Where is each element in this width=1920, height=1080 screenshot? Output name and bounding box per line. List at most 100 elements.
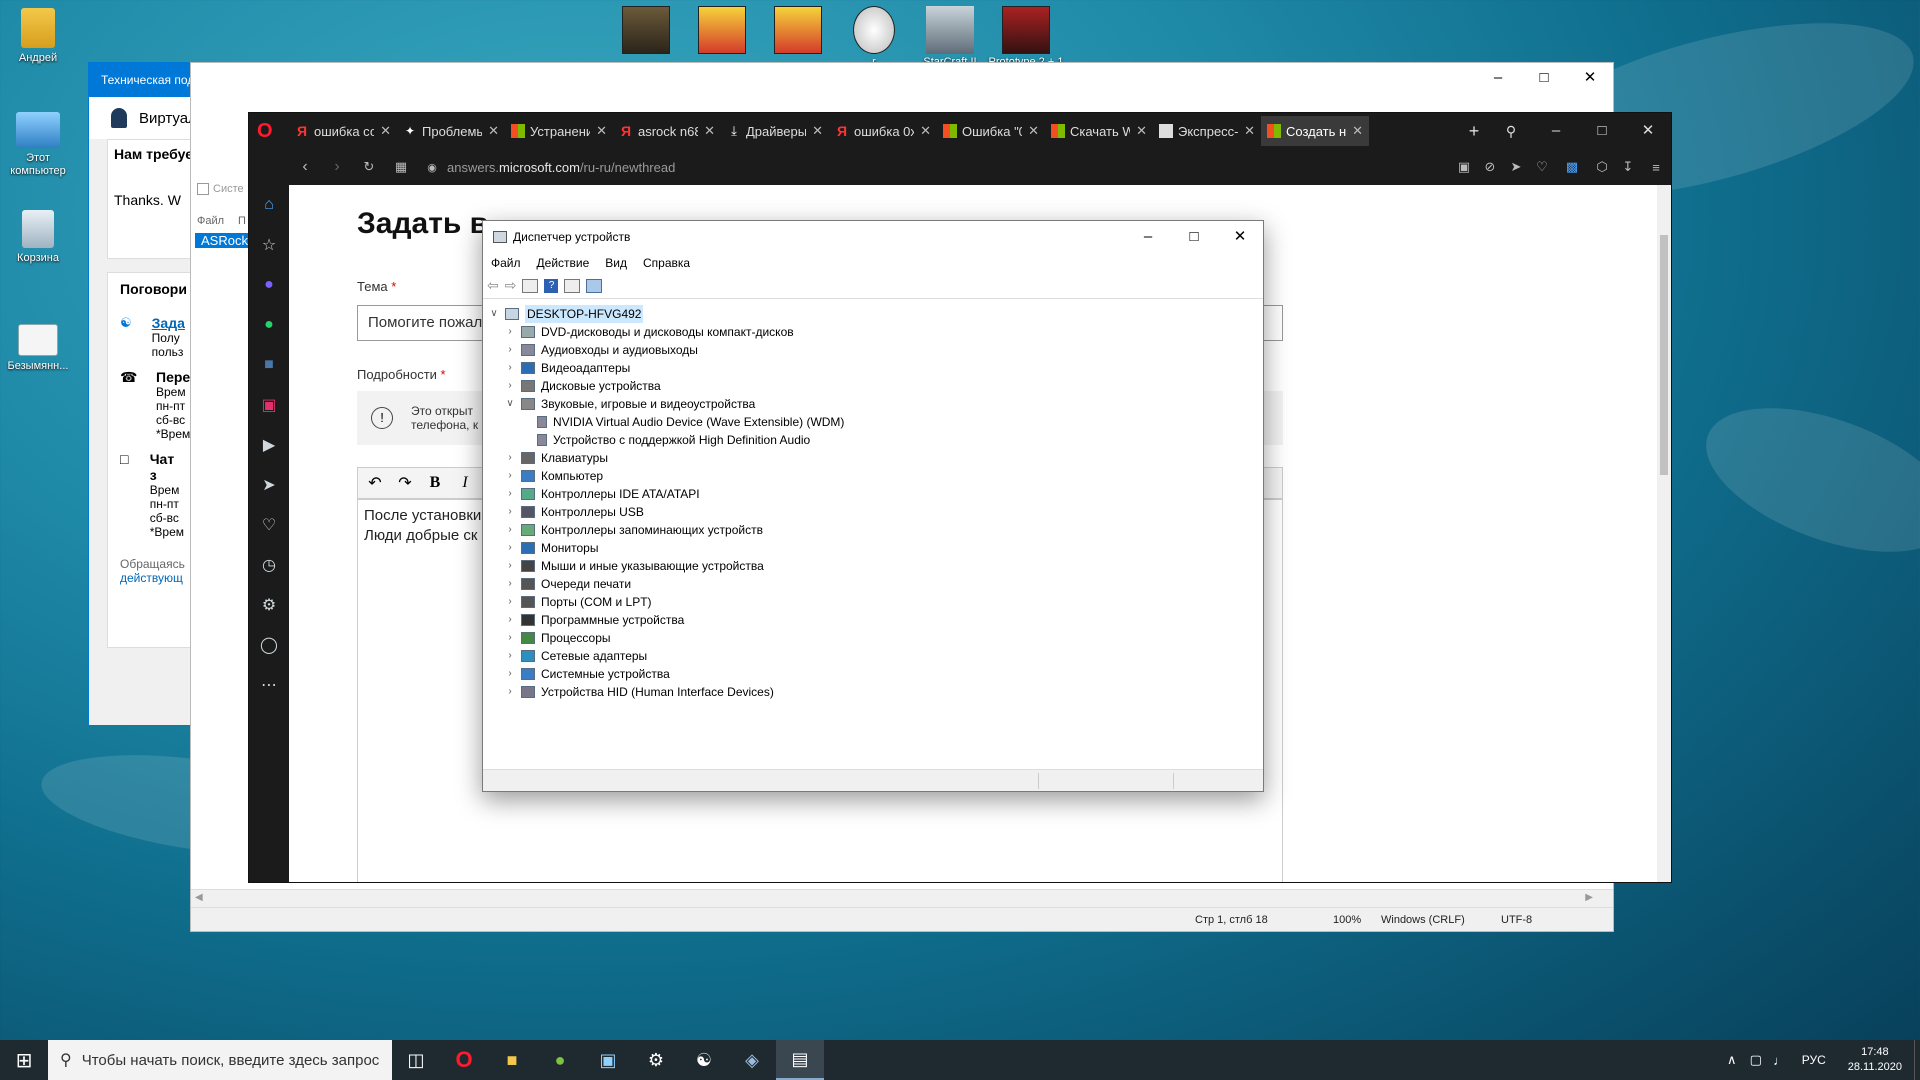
help-icon[interactable]: ? [544, 278, 559, 293]
tree-category[interactable]: › Порты (COM и LPT) [487, 593, 1261, 611]
back-arrow-icon[interactable]: ⇦ [487, 277, 499, 294]
chevron-right-icon[interactable]: › [503, 449, 517, 467]
tab-close-icon[interactable]: ✕ [920, 123, 931, 139]
support-item-call[interactable]: Пере [156, 369, 190, 385]
app-taskbar-icon[interactable]: ◈ [728, 1040, 776, 1080]
chevron-right-icon[interactable]: › [503, 503, 517, 521]
maximize-button[interactable]: □ [1579, 116, 1625, 146]
chevron-right-icon[interactable]: › [503, 359, 517, 377]
tabs-grid-icon[interactable]: ▦ [385, 159, 417, 175]
view-icon[interactable] [564, 278, 581, 293]
chevron-down-icon[interactable]: ∨ [503, 395, 517, 413]
tab-close-icon[interactable]: ✕ [596, 123, 607, 139]
close-button[interactable]: ✕ [1217, 222, 1263, 252]
maximize-button[interactable]: □ [1171, 222, 1217, 252]
chevron-right-icon[interactable]: › [503, 467, 517, 485]
tab-close-icon[interactable]: ✕ [380, 123, 391, 139]
desktop-game-icon-2[interactable] [684, 6, 760, 56]
chevron-right-icon[interactable]: › [503, 665, 517, 683]
task-view-icon[interactable]: ◫ [392, 1040, 440, 1080]
chevron-right-icon[interactable]: › [503, 377, 517, 395]
scroll-thumb[interactable] [1660, 235, 1668, 475]
download-icon[interactable]: ↧ [1615, 159, 1641, 175]
dm-menu-view[interactable]: Вид [605, 256, 627, 270]
notepad-hscroll[interactable]: ◀ ▶ [191, 889, 1613, 907]
tree-category[interactable]: › Системные устройства [487, 665, 1261, 683]
tree-category[interactable]: › Контроллеры IDE ATA/ATAPI [487, 485, 1261, 503]
tab-close-icon[interactable]: ✕ [704, 123, 715, 139]
menu-icon[interactable]: ≡ [1641, 160, 1671, 175]
desktop-game-icon-starcraft[interactable]: StarCraft II [912, 6, 988, 68]
tab-close-icon[interactable]: ✕ [1028, 123, 1039, 139]
tree-category[interactable]: › Программные устройства [487, 611, 1261, 629]
tree-category[interactable]: › DVD-дисководы и дисководы компакт-диско… [487, 323, 1261, 341]
tree-category[interactable]: › Очереди печати [487, 575, 1261, 593]
chevron-up-icon[interactable]: ∧ [1720, 1040, 1744, 1080]
desktop-icon-untitled[interactable]: Безымянн... [0, 324, 76, 373]
browser-tab[interactable]: Экспресс-п ✕ [1153, 116, 1261, 146]
settings-taskbar-icon[interactable]: ⚙ [632, 1040, 680, 1080]
browser-tab[interactable]: Создать но ✕ [1261, 116, 1369, 146]
search-tabs-icon[interactable]: ⚲ [1489, 123, 1533, 140]
dm-titlebar[interactable]: Диспетчер устройств – □ ✕ [483, 221, 1263, 253]
chevron-right-icon[interactable]: › [503, 521, 517, 539]
chevron-right-icon[interactable]: › [503, 341, 517, 359]
cube-icon[interactable]: ⬡ [1589, 159, 1615, 175]
new-tab-button[interactable]: + [1459, 121, 1489, 142]
bold-icon[interactable]: B [422, 474, 448, 492]
browser-tab[interactable]: ⤓ Драйверы ✕ [721, 116, 829, 146]
tree-category[interactable]: › Аудиовходы и аудиовыходы [487, 341, 1261, 359]
tab-bar[interactable]: O Яошибка со✕✦Проблемы✕Устранение✕Яasroc… [249, 113, 1671, 149]
browser-tab[interactable]: Яошибка со ✕ [289, 116, 397, 146]
network-icon[interactable]: ▢ [1744, 1040, 1768, 1080]
support-item-chat[interactable]: Чат з [150, 451, 184, 483]
dm-menu-action[interactable]: Действие [537, 256, 590, 270]
vk-icon[interactable]: ■ [249, 345, 289, 385]
chevron-right-icon[interactable]: › [503, 611, 517, 629]
desktop-icon-this-pc[interactable]: Этот компьютер [0, 112, 76, 178]
taskbar-search[interactable]: ⚲ Чтобы начать поиск, введите здесь запр… [48, 1040, 392, 1080]
chevron-right-icon[interactable]: › [503, 485, 517, 503]
tab-close-icon[interactable]: ✕ [488, 123, 499, 139]
speed-dial-icon[interactable]: ☆ [249, 225, 289, 265]
file-explorer-icon[interactable]: ■ [488, 1040, 536, 1080]
player-icon[interactable]: ▶ [249, 425, 289, 465]
show-desktop-button[interactable] [1914, 1040, 1920, 1080]
minimize-button[interactable]: – [1533, 116, 1579, 146]
tab-close-icon[interactable]: ✕ [1352, 123, 1363, 139]
undo-icon[interactable]: ↶ [362, 473, 388, 493]
bookmarks-heart-icon[interactable]: ♡ [249, 505, 289, 545]
tree-device[interactable]: NVIDIA Virtual Audio Device (Wave Extens… [487, 413, 1261, 431]
tab-close-icon[interactable]: ✕ [1244, 123, 1255, 139]
tree-category[interactable]: › Процессоры [487, 629, 1261, 647]
settings-gear-icon[interactable]: ⚙ [249, 585, 289, 625]
history-icon[interactable]: ◷ [249, 545, 289, 585]
home-icon[interactable]: ⌂ [249, 185, 289, 225]
tab-close-icon[interactable]: ✕ [1136, 123, 1147, 139]
tree-device[interactable]: Устройство с поддержкой High Definition … [487, 431, 1261, 449]
device-manager-window[interactable]: Диспетчер устройств – □ ✕ Файл Действие … [482, 220, 1264, 792]
desktop-game-icon-3[interactable] [760, 6, 836, 56]
chevron-right-icon[interactable]: › [503, 323, 517, 341]
start-button[interactable]: ⊞ [0, 1040, 48, 1080]
messenger-icon[interactable]: ● [249, 265, 289, 305]
notepad-taskbar-icon[interactable]: ▣ [584, 1040, 632, 1080]
language-indicator[interactable]: РУС [1792, 1053, 1836, 1067]
support-taskbar-icon[interactable]: ☯ [680, 1040, 728, 1080]
redo-icon[interactable]: ↷ [392, 473, 418, 493]
tab-close-icon[interactable]: ✕ [812, 123, 823, 139]
reload-button[interactable]: ↻ [353, 159, 385, 175]
camera-icon[interactable]: ▣ [1451, 159, 1477, 175]
chevron-right-icon[interactable]: › [503, 647, 517, 665]
browser-tab[interactable]: Скачать W ✕ [1045, 116, 1153, 146]
support-item-ask[interactable]: Зада [152, 315, 185, 331]
tree-category[interactable]: › Устройства HID (Human Interface Devices… [487, 683, 1261, 701]
notepad-titlebar[interactable]: – □ ✕ [191, 63, 1613, 93]
clock[interactable]: 17:48 28.11.2020 [1836, 1045, 1914, 1075]
close-button[interactable]: ✕ [1625, 116, 1671, 146]
tree-category[interactable]: › Мониторы [487, 539, 1261, 557]
chevron-right-icon[interactable]: › [503, 575, 517, 593]
tree-category[interactable]: › Контроллеры USB [487, 503, 1261, 521]
browser-tab[interactable]: ✦ Проблемы ✕ [397, 116, 505, 146]
chevron-right-icon[interactable]: › [503, 629, 517, 647]
